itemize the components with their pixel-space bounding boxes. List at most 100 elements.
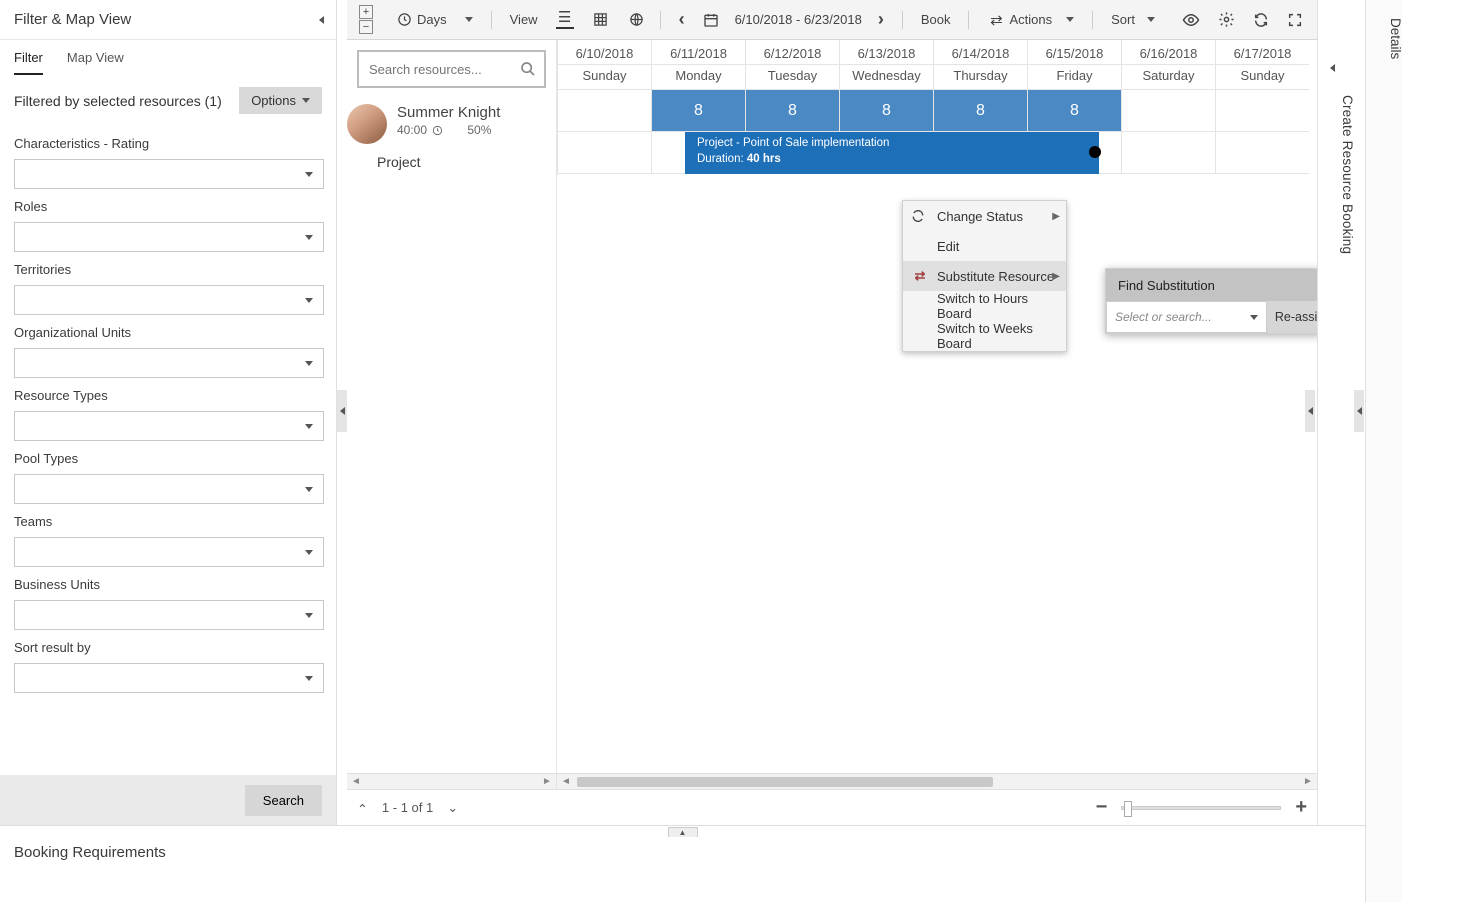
timescale-days[interactable]: Days [389, 11, 479, 29]
filter-group: Teams [14, 514, 322, 567]
view-list-icon[interactable]: ☰ [550, 11, 580, 29]
days-label: Days [417, 12, 447, 27]
resource-row[interactable]: Summer Knight 40:00 50% [347, 98, 556, 150]
details-tab[interactable]: Details [1366, 18, 1403, 59]
gear-icon[interactable] [1212, 11, 1241, 28]
ctx-weeks-board[interactable]: Switch to Weeks Board [903, 321, 1066, 351]
calendar-date: 6/13/2018 [840, 40, 933, 64]
reassign-button[interactable]: Re-assign [1267, 301, 1317, 333]
filter-select[interactable] [14, 411, 324, 441]
substitution-placeholder: Select or search... [1115, 310, 1212, 324]
create-resource-booking-tab[interactable]: Create Resource Booking [1318, 95, 1355, 295]
filter-label: Pool Types [14, 451, 322, 466]
calendar-day-header: 6/16/2018Saturday [1121, 40, 1215, 90]
calendar-date: 6/14/2018 [934, 40, 1027, 64]
availability-cell[interactable]: 8 [1027, 90, 1121, 132]
filter-select[interactable] [14, 348, 324, 378]
booking-title: Point of Sale implementation [743, 137, 889, 149]
eye-icon[interactable] [1176, 11, 1206, 29]
tab-filter[interactable]: Filter [14, 50, 43, 75]
fullscreen-icon[interactable] [1281, 12, 1309, 28]
booking-duration-label: Duration: [697, 153, 747, 165]
zoom-slider[interactable] [1121, 806, 1281, 810]
filter-select[interactable] [14, 600, 324, 630]
expand-bottom-icon[interactable]: ▲ [668, 827, 698, 837]
filter-map-panel: Filter & Map View Filter Map View Filter… [0, 0, 337, 825]
filter-group: Characteristics - Rating [14, 136, 322, 189]
collapse-all-icon[interactable]: − [359, 20, 373, 34]
search-input[interactable] [367, 61, 507, 78]
calendar-day-header: 6/13/2018Wednesday [839, 40, 933, 90]
filter-select[interactable] [14, 222, 324, 252]
zoom-in-icon[interactable]: + [1295, 796, 1307, 819]
ctx-hours-board[interactable]: Switch to Hours Board [903, 291, 1066, 321]
view-grid-icon[interactable] [586, 11, 616, 29]
availability-cell[interactable]: 8 [651, 90, 745, 132]
filter-label: Resource Types [14, 388, 322, 403]
scroll-left-icon[interactable]: ◄ [559, 775, 573, 789]
actions-label: Actions [1009, 12, 1052, 27]
substitution-select[interactable]: Select or search... [1106, 301, 1267, 333]
ctx-hours-label: Switch to Hours Board [937, 291, 1058, 321]
filter-group: Pool Types [14, 451, 322, 504]
res-col-scrollbar[interactable]: ◄ ► [347, 773, 556, 789]
sort-dropdown[interactable]: Sort [1105, 12, 1161, 27]
scroll-left-icon[interactable]: ◄ [349, 775, 363, 789]
ctx-edit[interactable]: Edit [903, 231, 1066, 261]
booking-handle-icon[interactable] [1089, 146, 1101, 158]
availability-cell[interactable]: 8 [933, 90, 1027, 132]
prev-range-button[interactable]: ‹ [673, 9, 691, 30]
splitter-right-2[interactable] [1354, 390, 1364, 432]
calendar-date: 6/10/2018 [558, 40, 651, 64]
expand-panel-icon[interactable] [1330, 60, 1335, 75]
filter-select[interactable] [14, 663, 324, 693]
calendar-icon[interactable] [697, 12, 725, 28]
filtered-by-label: Filtered by selected resources (1) [14, 93, 222, 109]
search-icon[interactable] [520, 61, 536, 77]
pager-down-icon[interactable]: ⌄ [447, 800, 458, 816]
find-substitution-header[interactable]: Find Substitution [1106, 269, 1317, 301]
options-dropdown[interactable]: Options [239, 87, 322, 114]
booking-requirements-title: Booking Requirements [0, 838, 1365, 867]
filter-group: Roles [14, 199, 322, 252]
ctx-substitute-label: Substitute Resource [937, 269, 1054, 284]
project-cell [557, 132, 651, 174]
date-range-label: 6/10/2018 - 6/23/2018 [731, 12, 866, 27]
calendar-day-header: 6/17/2018Sunday [1215, 40, 1309, 90]
calendar-scrollbar[interactable]: ◄ ► [557, 773, 1317, 789]
collapse-left-icon[interactable] [319, 12, 324, 27]
book-button[interactable]: Book [915, 12, 957, 27]
options-label: Options [251, 93, 296, 108]
filter-select[interactable] [14, 285, 324, 315]
booking-duration: 40 hrs [747, 153, 781, 165]
availability-cell [1215, 90, 1309, 132]
filter-select[interactable] [14, 474, 324, 504]
splitter-right-1[interactable] [1305, 390, 1315, 432]
filter-select[interactable] [14, 159, 324, 189]
tab-map-view[interactable]: Map View [67, 50, 124, 75]
refresh-icon[interactable] [1247, 12, 1275, 28]
expand-all-icon[interactable]: + [359, 5, 373, 19]
calendar-day-header: 6/15/2018Friday [1027, 40, 1121, 90]
search-button[interactable]: Search [245, 785, 322, 816]
availability-cell[interactable]: 8 [839, 90, 933, 132]
scroll-right-icon[interactable]: ► [540, 775, 554, 789]
calendar-dow: Friday [1028, 64, 1121, 89]
booking-block[interactable]: Project - Point of Sale implementation D… [685, 132, 1099, 174]
search-resources[interactable] [357, 50, 546, 88]
zoom-out-icon[interactable]: − [1096, 796, 1108, 819]
next-range-button[interactable]: › [872, 9, 890, 30]
splitter-left[interactable] [337, 390, 347, 432]
scroll-right-icon[interactable]: ► [1301, 775, 1315, 789]
clock-icon [395, 11, 413, 29]
view-map-icon[interactable] [622, 11, 652, 29]
ctx-substitute-resource[interactable]: ⇄ Substitute Resource ▶ [903, 261, 1066, 291]
filter-select[interactable] [14, 537, 324, 567]
availability-cell[interactable]: 8 [745, 90, 839, 132]
pager-up-icon[interactable]: ⌄ [357, 800, 368, 816]
actions-dropdown[interactable]: ⇄ Actions [981, 11, 1080, 29]
details-panel-collapsed: Details [1365, 0, 1402, 902]
ctx-change-status[interactable]: Change Status ▶ [903, 201, 1066, 231]
calendar-dow: Monday [652, 64, 745, 89]
resource-project-row[interactable]: Project [347, 150, 556, 174]
